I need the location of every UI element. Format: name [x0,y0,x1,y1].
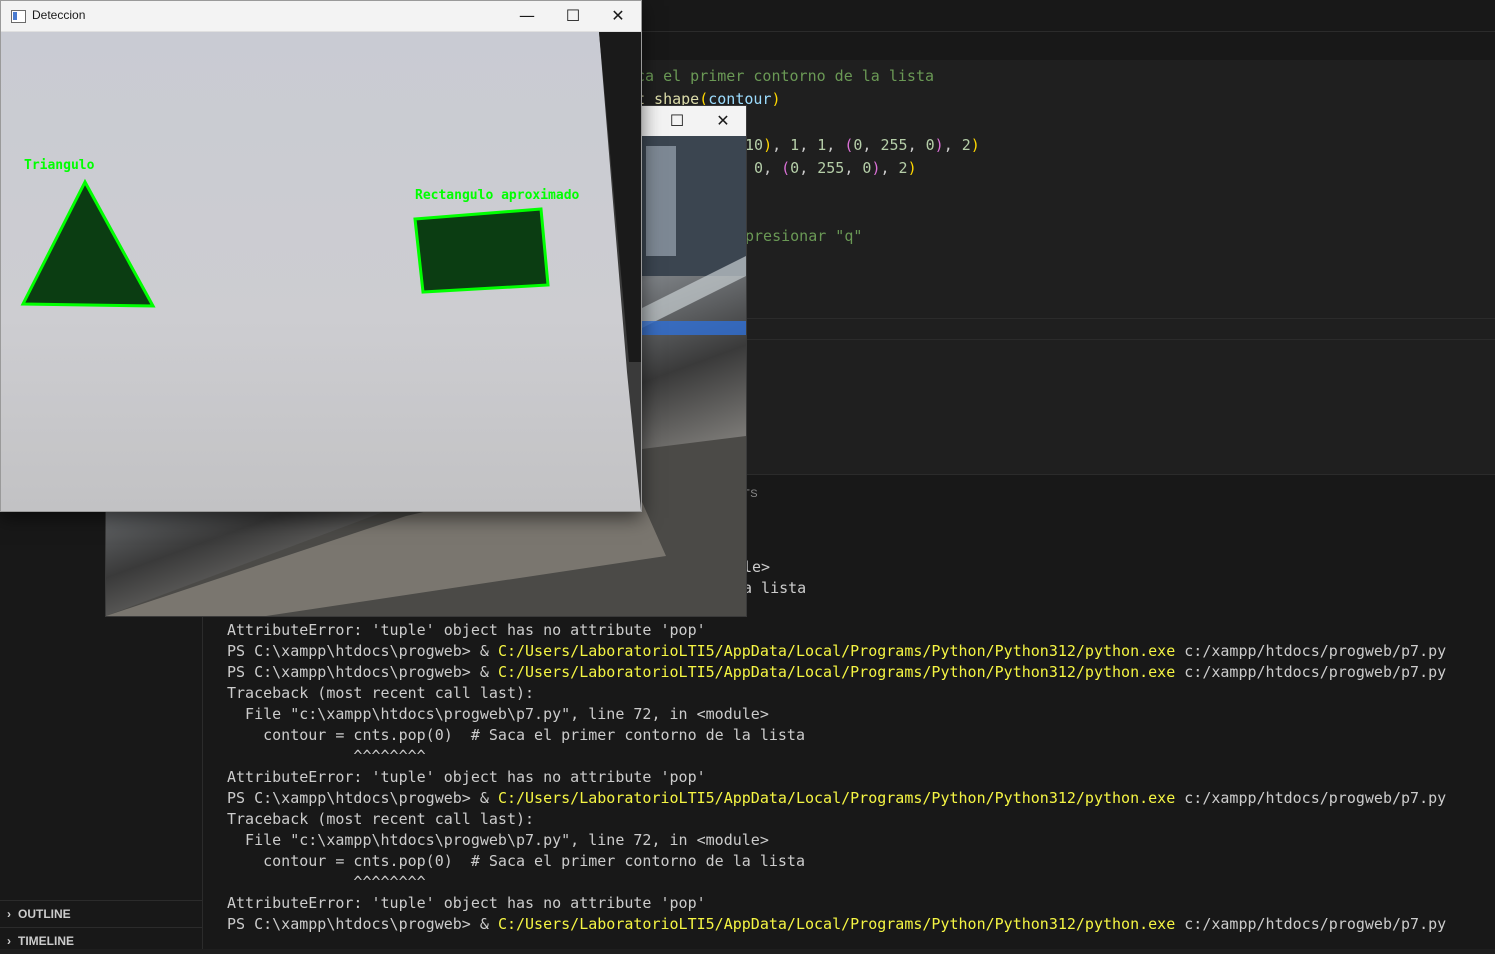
terminal-text: PS C:\xampp\htdocs\progweb> & [227,642,498,660]
terminal-text: Traceback (most recent call last): [227,684,535,702]
terminal-line-partial-1: le> [743,558,771,576]
terminal-line: contour = cnts.pop(0) # Saca el primer c… [227,852,805,870]
terminal-text: AttributeError: 'tuple' object has no at… [227,768,706,786]
terminal-text: ^^^^^^^^ [227,747,426,765]
terminal-line: Traceback (most recent call last): [227,810,534,828]
terminal-exe-path: C:/Users/LaboratorioLTI5/AppData/Local/P… [497,789,1176,807]
terminal-text: contour = cnts.pop(0) # Saca el primer c… [227,852,805,870]
terminal-exe-path: C:/Users/LaboratorioLTI5/AppData/Local/P… [497,663,1176,681]
terminal-script-path: c:/xampp/htdocs/progweb/p7.py [1175,789,1447,807]
terminal-line: AttributeError: 'tuple' object has no at… [227,894,706,912]
app-icon [11,10,26,23]
terminal-text: PS C:\xampp\htdocs\progweb> & [227,663,498,681]
terminal-text: ^^^^^^^^ [227,873,426,891]
terminal-line: PS C:\xampp\htdocs\progweb> & C:/Users/L… [227,789,1446,807]
code-line-8: presionar "q" [745,227,863,245]
terminal-text: contour = cnts.pop(0) # Saca el primer c… [227,726,805,744]
close-icon[interactable]: ✕ [595,1,641,31]
code-line-5: 0, (0, 255, 0), 2) [754,159,917,177]
terminal-line: contour = cnts.pop(0) # Saca el primer c… [227,726,805,744]
terminal-line-partial-2: a lista [743,579,807,597]
triangle-label: Triangulo [24,158,95,173]
maximize-icon[interactable]: ☐ [550,1,596,31]
code-line-4: 10), 1, 1, (0, 255, 0), 2) [745,136,980,154]
timeline-section[interactable]: › TIMELINE [0,927,202,954]
outline-section[interactable]: › OUTLINE [0,900,202,927]
window-title: Deteccion [32,8,86,22]
terminal-text: File "c:\xampp\htdocs\progweb\p7.py", li… [227,831,769,849]
timeline-label: TIMELINE [18,934,74,948]
terminal-line: PS C:\xampp\htdocs\progweb> & C:/Users/L… [227,642,1446,660]
maximize-icon[interactable]: ☐ [654,106,700,136]
terminal-script-path: c:/xampp/htdocs/progweb/p7.py [1175,642,1447,660]
outline-label: OUTLINE [18,907,71,921]
rectangle-label: Rectangulo aproximado [415,188,580,203]
terminal-text: PS C:\xampp\htdocs\progweb> & [227,915,498,933]
chevron-right-icon: › [7,934,11,948]
chevron-right-icon: › [7,907,11,921]
minimize-icon[interactable]: — [504,1,550,31]
terminal-line: File "c:\xampp\htdocs\progweb\p7.py", li… [227,831,769,849]
terminal-text: AttributeError: 'tuple' object has no at… [227,894,706,912]
detection-window[interactable]: Deteccion — ☐ ✕ Triangulo Rectangulo apr… [0,0,642,512]
terminal-line: ^^^^^^^^ [227,873,426,891]
terminal-text: PS C:\xampp\htdocs\progweb> & [227,789,498,807]
terminal-script-path: c:/xampp/htdocs/progweb/p7.py [1175,663,1447,681]
terminal-line: AttributeError: 'tuple' object has no at… [227,621,706,639]
terminal-line: PS C:\xampp\htdocs\progweb> & C:/Users/L… [227,915,1446,933]
terminal-exe-path: C:/Users/LaboratorioLTI5/AppData/Local/P… [497,915,1176,933]
rectangle-shape [413,207,550,294]
terminal-script-path: c:/xampp/htdocs/progweb/p7.py [1175,915,1447,933]
terminal-exe-path: C:/Users/LaboratorioLTI5/AppData/Local/P… [497,642,1176,660]
detection-window-titlebar[interactable]: Deteccion — ☐ ✕ [1,1,641,32]
terminal-line: Traceback (most recent call last): [227,684,534,702]
terminal-line: ^^^^^^^^ [227,747,426,765]
detection-frame: Triangulo Rectangulo aproximado [1,32,641,511]
code-line-1: ca el primer contorno de la lista [636,67,935,85]
terminal-text: Traceback (most recent call last): [227,810,535,828]
terminal-text: AttributeError: 'tuple' object has no at… [227,621,706,639]
terminal-line: File "c:\xampp\htdocs\progweb\p7.py", li… [227,705,769,723]
close-icon[interactable]: ✕ [700,106,746,136]
terminal-line: AttributeError: 'tuple' object has no at… [227,768,706,786]
terminal-text: File "c:\xampp\htdocs\progweb\p7.py", li… [227,705,769,723]
terminal-line: PS C:\xampp\htdocs\progweb> & C:/Users/L… [227,663,1446,681]
